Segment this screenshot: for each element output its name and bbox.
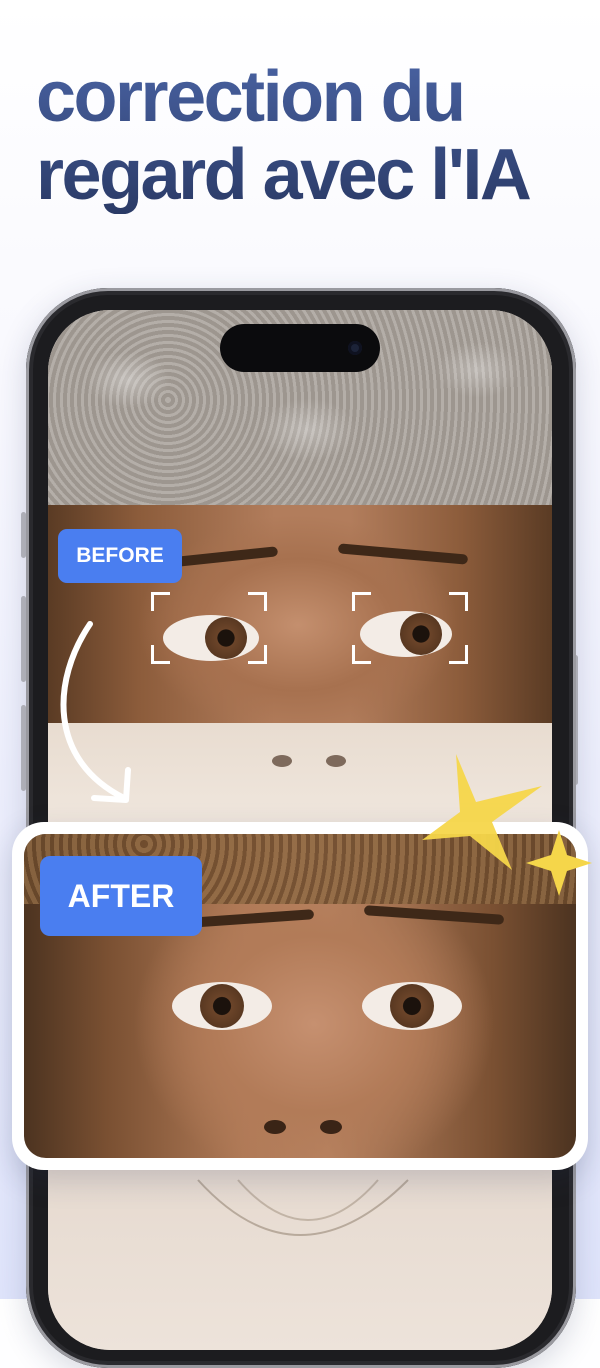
right-eye-after (362, 982, 462, 1030)
necklace-icon (197, 1179, 409, 1236)
dynamic-island (220, 324, 380, 372)
sparkle-star-icon-small (526, 830, 592, 896)
after-right-nostril (320, 1120, 342, 1134)
photo-strip-neck (48, 1170, 552, 1350)
before-badge: BEFORE (58, 529, 182, 583)
headline-line-1: correction du (36, 57, 464, 137)
focus-frame-icon-right (352, 592, 468, 664)
after-badge: AFTER (40, 856, 202, 936)
curved-arrow-icon (60, 621, 131, 803)
left-nostril (272, 755, 292, 767)
after-left-nostril (264, 1120, 286, 1134)
focus-frame-icon-left (151, 592, 267, 664)
right-nostril (326, 755, 346, 767)
left-eye-after (172, 982, 272, 1030)
headline: correction du regard avec l'IA (36, 58, 576, 214)
right-eyebrow (337, 543, 469, 565)
after-right-eyebrow (363, 905, 505, 925)
front-camera-icon (348, 341, 362, 355)
headline-line-2: regard avec l'IA (36, 135, 530, 215)
